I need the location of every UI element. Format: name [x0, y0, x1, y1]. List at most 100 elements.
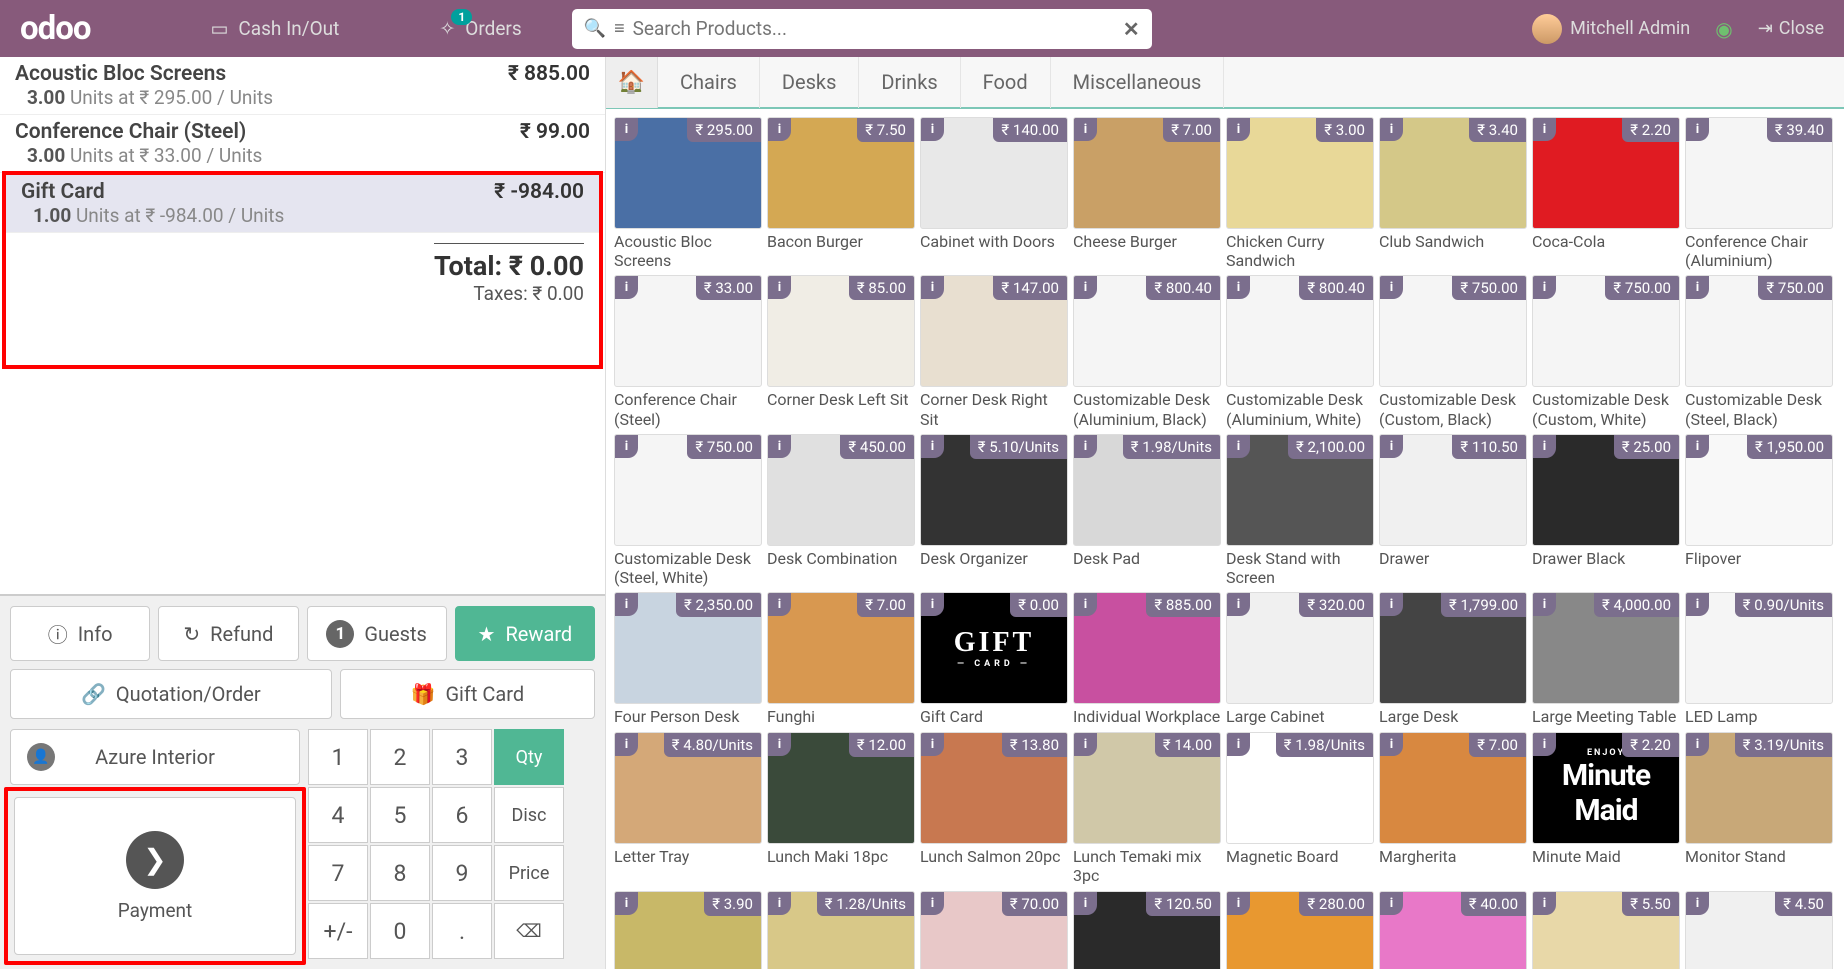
price-button[interactable]: Price	[494, 845, 564, 901]
info-icon[interactable]: i	[615, 593, 638, 616]
info-icon[interactable]: i	[1686, 118, 1709, 141]
info-icon[interactable]: i	[921, 435, 944, 458]
num-8[interactable]: 8	[370, 845, 430, 901]
product-card[interactable]: i₹ 3.40Club Sandwich	[1379, 117, 1527, 270]
product-card[interactable]: i₹ 7.00Margherita	[1379, 732, 1527, 885]
product-card[interactable]: i₹ 120.50Office Design	[1073, 891, 1221, 969]
product-card[interactable]: i₹ 7.00Cheese Burger	[1073, 117, 1221, 270]
product-card[interactable]: i₹ 14.00Lunch Temaki mix 3pc	[1073, 732, 1221, 885]
product-card[interactable]: i₹ 3.19/UnitsMonitor Stand	[1685, 732, 1833, 885]
num-1[interactable]: 1	[308, 729, 368, 785]
num-4[interactable]: 4	[308, 787, 368, 843]
info-icon[interactable]: i	[1227, 276, 1250, 299]
info-icon[interactable]: i	[615, 118, 638, 141]
product-card[interactable]: i₹ 750.00Customizable Desk (Steel, Black…	[1685, 275, 1833, 428]
info-icon[interactable]: i	[615, 276, 638, 299]
product-card[interactable]: i₹ 450.00Desk Combination	[767, 434, 915, 587]
category-tab[interactable]: Miscellaneous	[1051, 57, 1225, 108]
info-icon[interactable]: i	[1227, 892, 1250, 915]
product-card[interactable]: i₹ 7.00Funghi	[767, 592, 915, 727]
product-card[interactable]: i₹ 280.00	[1226, 891, 1374, 969]
product-card[interactable]: i₹ 39.40Conference Chair (Aluminium)	[1685, 117, 1833, 270]
search-box[interactable]: 🔍 ≡ ✕	[572, 9, 1152, 49]
product-card[interactable]: i₹ 800.40Customizable Desk (Aluminium, B…	[1073, 275, 1221, 428]
backspace-button[interactable]: ⌫	[494, 903, 564, 959]
info-icon[interactable]: i	[1074, 118, 1097, 141]
product-card[interactable]: i₹ 1,799.00Large Desk	[1379, 592, 1527, 727]
qty-button[interactable]: Qty	[494, 729, 564, 785]
info-icon[interactable]: i	[1380, 435, 1403, 458]
info-button[interactable]: ⓘInfo	[10, 606, 150, 661]
info-icon[interactable]: i	[1074, 593, 1097, 616]
info-icon[interactable]: i	[1227, 435, 1250, 458]
product-card[interactable]: i₹ 3.00Chicken Curry Sandwich	[1226, 117, 1374, 270]
customer-button[interactable]: 👤 Azure Interior	[10, 729, 300, 785]
product-card[interactable]: i₹ 85.00Corner Desk Left Sit	[767, 275, 915, 428]
product-card[interactable]: i₹ 0.90/UnitsLED Lamp	[1685, 592, 1833, 727]
product-card[interactable]: i₹ 25.00Drawer Black	[1532, 434, 1680, 587]
info-icon[interactable]: i	[1074, 435, 1097, 458]
order-line-selected[interactable]: Gift Card₹ -984.00 1.00 Units at ₹ -984.…	[6, 175, 599, 233]
product-card[interactable]: i₹ 33.00Conference Chair (Steel)	[614, 275, 762, 428]
num-5[interactable]: 5	[370, 787, 430, 843]
info-icon[interactable]: i	[1380, 118, 1403, 141]
category-tab[interactable]: Desks	[760, 57, 860, 108]
payment-button[interactable]: ❯ Payment	[14, 797, 296, 955]
product-card[interactable]: i₹ 0.00GIFT— CARD —Gift Card	[920, 592, 1068, 727]
category-tab[interactable]: Drinks	[859, 57, 960, 108]
info-icon[interactable]: i	[1686, 276, 1709, 299]
giftcard-button[interactable]: 🎁Gift Card	[340, 669, 595, 719]
info-icon[interactable]: i	[1533, 733, 1556, 756]
num-0[interactable]: 0	[370, 903, 430, 959]
info-icon[interactable]: i	[1533, 435, 1556, 458]
product-card[interactable]: i₹ 5.50	[1532, 891, 1680, 969]
clear-search-icon[interactable]: ✕	[1123, 17, 1140, 41]
info-icon[interactable]: i	[1380, 593, 1403, 616]
num-plusminus[interactable]: +/-	[308, 903, 368, 959]
product-card[interactable]: i₹ 750.00Customizable Desk (Custom, Blac…	[1379, 275, 1527, 428]
info-icon[interactable]: i	[1074, 892, 1097, 915]
disc-button[interactable]: Disc	[494, 787, 564, 843]
info-icon[interactable]: i	[1380, 733, 1403, 756]
product-card[interactable]: i₹ 2,100.00Desk Stand with Screen	[1226, 434, 1374, 587]
info-icon[interactable]: i	[615, 435, 638, 458]
product-card[interactable]: i₹ 4.80/UnitsLetter Tray	[614, 732, 762, 885]
product-card[interactable]: i₹ 12.00Lunch Maki 18pc	[767, 732, 915, 885]
product-card[interactable]: i₹ 750.00Customizable Desk (Steel, White…	[614, 434, 762, 587]
info-icon[interactable]: i	[1227, 118, 1250, 141]
product-card[interactable]: i₹ 40.00	[1379, 891, 1527, 969]
info-icon[interactable]: i	[921, 593, 944, 616]
num-9[interactable]: 9	[432, 845, 492, 901]
info-icon[interactable]: i	[1074, 276, 1097, 299]
product-card[interactable]: i₹ 5.10/UnitsDesk Organizer	[920, 434, 1068, 587]
num-dot[interactable]: .	[432, 903, 492, 959]
info-icon[interactable]: i	[768, 593, 791, 616]
num-2[interactable]: 2	[370, 729, 430, 785]
num-3[interactable]: 3	[432, 729, 492, 785]
product-card[interactable]: i₹ 2,350.00Four Person Desk	[614, 592, 762, 727]
product-card[interactable]: i₹ 140.00Cabinet with Doors	[920, 117, 1068, 270]
guests-button[interactable]: 1Guests	[307, 606, 447, 661]
product-card[interactable]: i₹ 147.00Corner Desk Right Sit	[920, 275, 1068, 428]
num-7[interactable]: 7	[308, 845, 368, 901]
info-icon[interactable]: i	[1074, 733, 1097, 756]
info-icon[interactable]: i	[921, 733, 944, 756]
info-icon[interactable]: i	[768, 276, 791, 299]
num-6[interactable]: 6	[432, 787, 492, 843]
product-card[interactable]: i₹ 750.00Customizable Desk (Custom, Whit…	[1532, 275, 1680, 428]
info-icon[interactable]: i	[615, 733, 638, 756]
user-menu[interactable]: Mitchell Admin	[1532, 14, 1690, 44]
product-card[interactable]: i₹ 320.00Large Cabinet	[1226, 592, 1374, 727]
product-card[interactable]: i₹ 1.98/UnitsDesk Pad	[1073, 434, 1221, 587]
info-icon[interactable]: i	[1686, 435, 1709, 458]
info-icon[interactable]: i	[921, 276, 944, 299]
info-icon[interactable]: i	[1686, 733, 1709, 756]
product-card[interactable]: i₹ 1,950.00Flipover	[1685, 434, 1833, 587]
info-icon[interactable]: i	[921, 118, 944, 141]
info-icon[interactable]: i	[615, 892, 638, 915]
orders-button[interactable]: ✧ 1 Orders	[439, 17, 521, 40]
product-card[interactable]: i₹ 800.40Customizable Desk (Aluminium, W…	[1226, 275, 1374, 428]
info-icon[interactable]: i	[768, 435, 791, 458]
quotation-button[interactable]: 🔗Quotation/Order	[10, 669, 332, 719]
product-card[interactable]: i₹ 4.50	[1685, 891, 1833, 969]
